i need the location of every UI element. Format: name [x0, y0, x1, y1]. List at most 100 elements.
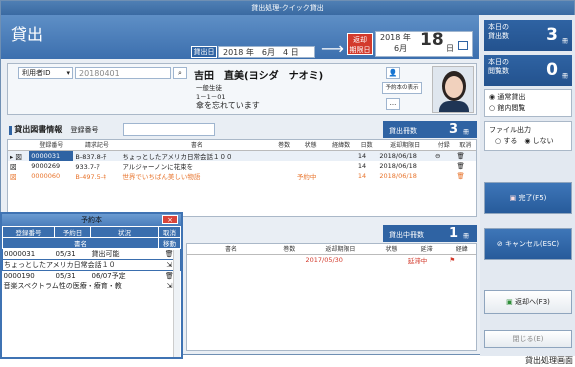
mode-normal-radio[interactable]: ◉ 通常貸出	[489, 92, 525, 102]
cell-cancel[interactable]: 🗑	[454, 171, 476, 181]
borrowed-table-panel: 書名 巻数 返却期限日 状態 延滞 経緯 2017/05/30 延滞中 ⚑	[186, 243, 477, 351]
borrowed-col-header: 書名	[187, 244, 275, 255]
stat-value: 0	[546, 60, 558, 80]
reg-input[interactable]	[123, 123, 215, 136]
user-id-input[interactable]: 20180401	[75, 67, 171, 79]
reservation-row[interactable]: 0000031 05/31 貸出可能 🗑	[2, 248, 181, 260]
borrowed-col-header: 巻数	[275, 244, 304, 255]
calendar-icon[interactable]	[458, 41, 468, 50]
borrowed-table: 書名 巻数 返却期限日 状態 延滞 経緯 2017/05/30 延滞中 ⚑	[187, 244, 476, 265]
cell-title: ちょっとしたアメリカ日常会話１００	[122, 152, 233, 161]
loan-col-header: 付録	[432, 140, 455, 151]
user-id-select[interactable]: 利用者ID ▾	[18, 67, 73, 79]
cell-call: 933.7-ｱ	[75, 162, 100, 171]
cell-days: 14	[357, 151, 367, 160]
user-icon: 👤	[388, 69, 398, 77]
close-icon[interactable]: ×	[162, 215, 178, 224]
cell-days: 14	[357, 171, 367, 180]
loan-date-label: 貸出日	[191, 46, 217, 58]
reg-label: 登録番号	[70, 126, 99, 134]
complete-label: 完了(F5)	[518, 194, 547, 202]
header-bar: 貸出 貸出日 2018 年 6月 4 日 ⟶ 返却 期限日 2018 年 6月 …	[1, 15, 479, 59]
cell-status: 06/07予定	[91, 272, 126, 280]
return-label: 返却へ(F3)	[514, 298, 550, 306]
user-id-select-label: 利用者ID	[22, 69, 51, 77]
loan-count-unit: 冊	[463, 129, 470, 136]
loan-table: 登録番号 請求記号 書名 巻数 状態 経緯数 日数 返却期限日 付録 取消 ▸ 図 0000031 B…	[8, 140, 476, 181]
cell-overdue: 延滞中	[407, 256, 428, 265]
due-month: 6月	[394, 44, 408, 53]
popup-titlebar: 予約本 ×	[2, 214, 181, 226]
return-button[interactable]: ▣ 返却へ(F3)	[484, 290, 572, 314]
search-icon: ⌕	[178, 69, 182, 77]
cell-call: B-837.8-ﾁ	[75, 152, 107, 161]
file-output-label: ファイル出力	[489, 126, 531, 134]
table-row[interactable]: 2017/05/30 延滞中 ⚑	[187, 254, 476, 265]
more-button[interactable]: ...	[386, 98, 400, 110]
mode-options: ◉ 通常貸出 ○ 館内閲覧	[484, 89, 572, 117]
stat-loans-today: 本日の 貸出数 3 冊	[484, 20, 572, 51]
reservation-title-row[interactable]: ちょっとしたアメリカ日常会話１０ ⇲	[2, 259, 181, 271]
table-row[interactable]: ▸ 図 0000031 B-837.8-ﾁ ちょっとしたアメリカ日常会話１００ 14 20…	[8, 150, 476, 161]
loan-date-field[interactable]: 2018 年 6月 4 日	[218, 46, 315, 58]
doc-icon: ▣	[509, 194, 517, 202]
reservation-title-row[interactable]: 音楽スペクトラム性の医療・療育・教 ⇲	[3, 281, 181, 291]
cell-extra: ⊖	[434, 151, 441, 160]
cell-vol	[273, 150, 294, 161]
due-date-field[interactable]: 2018 年 6月 18 日	[375, 31, 473, 57]
col-date: 予約日	[54, 226, 91, 238]
cell-extra	[433, 171, 454, 181]
cell-title: 音楽スペクトラム性の医療・療育・教	[3, 282, 122, 290]
cell-call: B-497.5-ｷ	[75, 172, 107, 181]
cell-due: 2018/06/18	[379, 161, 417, 170]
cell-mark: 図	[10, 162, 17, 171]
cell-status: 貸出可能	[91, 250, 120, 258]
popup-scrollbar[interactable]	[173, 250, 180, 357]
loan-col-header: 経緯数	[326, 140, 356, 151]
file-output-box: ファイル出力 ○ する ◉ しない	[484, 121, 572, 151]
cell-date: 05/31	[55, 250, 76, 258]
col-status: 状況	[90, 226, 159, 238]
flag-icon[interactable]: ⚑	[447, 254, 476, 265]
reservation-table: 登録番号 予約日 状況 取消 書名 移動 0000031 05/31 貸出可能 🗑 ちょ…	[2, 226, 181, 291]
image-caption: 貸出処理画面	[525, 356, 573, 365]
avatar	[432, 66, 474, 113]
cell-due: 2017/05/30	[305, 255, 343, 264]
cell-date: 05/31	[55, 272, 76, 280]
loan-col-header: 状態	[294, 140, 327, 151]
loan-col-header: 返却期限日	[377, 140, 433, 151]
reserve-show-button[interactable]: 予約本の表示	[382, 82, 422, 94]
reservation-row[interactable]: 0000190 05/31 06/07予定 🗑	[3, 271, 181, 282]
cell-cancel[interactable]: 🗑	[454, 161, 476, 171]
cell-vol	[273, 171, 294, 181]
cell-state	[295, 150, 327, 161]
table-row[interactable]: 図 9000269 933.7-ｱ アルジャーノンに花束を 14 2018/06/18 🗑	[8, 161, 476, 171]
borrowed-count-unit: 冊	[463, 233, 470, 240]
complete-button[interactable]: ▣ 完了(F5)	[484, 182, 572, 214]
close-button[interactable]: 閉じる(E)	[484, 330, 572, 348]
mode-inlibrary-radio[interactable]: ○ 館内閲覧	[489, 103, 525, 113]
cell-vol	[273, 161, 294, 171]
loan-col-header: 登録番号	[29, 140, 74, 151]
cell-reg: 0000031	[29, 150, 74, 161]
file-output-radios[interactable]: ○ する ◉ しない	[495, 136, 554, 146]
cell-title: 世界でいちばん美しい物語	[122, 172, 201, 181]
user-icon-button[interactable]: 👤	[386, 67, 400, 79]
cell-hist	[326, 150, 356, 161]
page-title: 貸出	[11, 25, 44, 44]
cell-cancel[interactable]: 🗑	[454, 150, 476, 161]
loan-count-value: 3	[449, 122, 459, 137]
loan-table-panel: 登録番号 請求記号 書名 巻数 状態 経緯数 日数 返却期限日 付録 取消 ▸ 図 0000031 B…	[7, 139, 477, 217]
loan-section-title: 貸出図書情報	[14, 125, 63, 134]
borrowed-count-label: 貸出中冊数	[389, 231, 424, 239]
cancel-label: キャンセル(ESC)	[504, 240, 560, 248]
search-button[interactable]: ⌕	[173, 67, 187, 79]
cancel-button[interactable]: ⊘ キャンセル(ESC)	[484, 228, 572, 260]
stat-label: 本日の 貸出数	[488, 23, 509, 40]
due-day-unit: 日	[446, 44, 454, 53]
table-row[interactable]: 図 0000060 B-497.5-ｷ 世界でいちばん美しい物語 予約中 14 2018/0…	[8, 171, 476, 181]
cell-mark: ▸ 図	[10, 152, 22, 161]
loan-col-header: 取消	[454, 140, 476, 151]
col-move: 移動	[158, 237, 181, 249]
loan-col-header: 書名	[120, 140, 274, 151]
